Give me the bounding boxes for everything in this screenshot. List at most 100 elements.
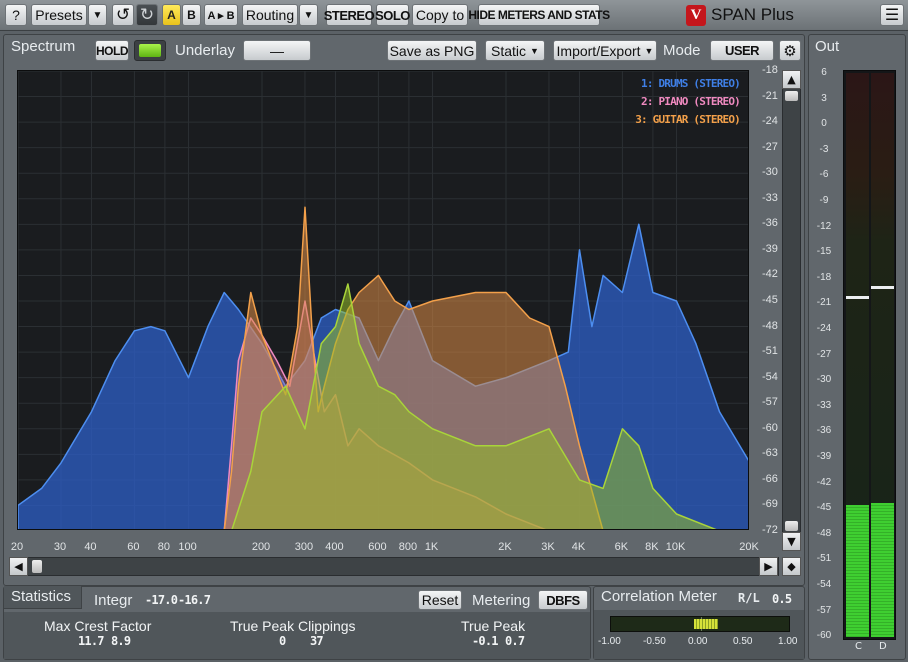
x-tick-label: 100: [178, 541, 197, 553]
meter-level-d: [871, 503, 894, 637]
correlation-tick-label: -1.00: [598, 636, 621, 647]
y-tick-label: -21: [762, 89, 778, 102]
x-tick-label: 20: [10, 541, 24, 553]
vertical-scroll-thumb[interactable]: [785, 91, 798, 101]
out-tick-label: -9: [819, 195, 829, 206]
out-tick-label: -12: [816, 220, 832, 232]
legend-item[interactable]: 1: DRUMS (STEREO): [641, 77, 741, 90]
x-tick-label: 80: [157, 541, 171, 553]
tp-left-value: -0.1: [472, 634, 498, 648]
y-tick-label: -18: [762, 64, 778, 76]
horizontal-scroll-thumb[interactable]: [32, 560, 42, 573]
y-tick-label: -57: [762, 396, 778, 409]
metering-label: Metering: [472, 592, 531, 609]
out-tick-label: -42: [816, 476, 832, 488]
x-tick-label: 200: [251, 541, 271, 553]
horizontal-scrollbar[interactable]: ◀ ▶: [9, 557, 779, 576]
x-tick-label: 3K: [541, 541, 555, 553]
solo-button[interactable]: SOLO: [375, 4, 410, 26]
hide-meters-button[interactable]: HIDE METERS AND STATS: [468, 4, 610, 26]
out-tick-label: -24: [816, 323, 832, 334]
y-tick-label: -54: [762, 370, 778, 383]
tpc-left-value: 0: [279, 634, 286, 648]
true-peak-clippings-label: True Peak Clippings: [230, 618, 356, 634]
vertical-scroll-thumb-end[interactable]: [785, 521, 798, 531]
tp-right-value: 0.7: [505, 634, 525, 648]
routing-button[interactable]: Routing: [242, 4, 298, 26]
y-tick-label: -69: [762, 498, 778, 511]
x-tick-label: 800: [398, 541, 418, 553]
scroll-up-icon[interactable]: ▲: [782, 70, 801, 89]
reset-view-icon[interactable]: ◆: [782, 557, 801, 576]
underlay-select[interactable]: —: [243, 40, 311, 61]
scroll-down-icon[interactable]: ▼: [782, 532, 801, 551]
copy-to-button[interactable]: Copy to: [412, 4, 468, 26]
legend-item[interactable]: 3: GUITAR (STEREO): [635, 113, 741, 126]
y-tick-label: -72: [762, 524, 778, 536]
scroll-right-icon[interactable]: ▶: [759, 557, 778, 576]
tpc-right-value: 37: [310, 634, 324, 648]
settings-gear-icon[interactable]: ⚙: [779, 40, 801, 61]
help-button[interactable]: ?: [5, 4, 27, 26]
out-tick-label: -30: [816, 374, 832, 386]
rl-label: R/L: [738, 591, 760, 605]
a-button[interactable]: A: [162, 4, 181, 26]
y-tick-label: -63: [762, 447, 778, 460]
true-peak-label: True Peak: [461, 618, 526, 634]
static-button[interactable]: Static ▼: [485, 40, 545, 61]
import-export-button[interactable]: Import/Export ▼: [553, 40, 657, 61]
scroll-left-icon[interactable]: ◀: [9, 557, 28, 576]
out-meter: [843, 70, 896, 640]
hold-toggle[interactable]: [134, 40, 166, 61]
out-tick-label: -15: [816, 246, 832, 258]
x-tick-label: 300: [294, 541, 314, 553]
reset-button[interactable]: Reset: [418, 590, 462, 610]
correlation-tick-label: 1.00: [778, 636, 798, 647]
presets-button[interactable]: Presets: [31, 4, 87, 26]
voxengo-logo: V: [686, 5, 706, 26]
out-tick-label: -54: [816, 579, 832, 590]
rl-value: 0.5: [772, 592, 792, 606]
y-tick-label: -48: [762, 319, 778, 332]
legend-item[interactable]: 2: PIANO (STEREO): [641, 95, 741, 108]
spectrum-plot[interactable]: 1: DRUMS (STEREO) 2: PIANO (STEREO) 3: GUI…: [17, 70, 749, 530]
routing-dropdown[interactable]: ▼: [299, 4, 318, 26]
spectrum-svg: [18, 71, 748, 529]
meter-peak-d: [871, 285, 894, 289]
channel-label-d: D: [879, 641, 887, 652]
out-tick-label: -45: [816, 502, 832, 514]
app-title: SPAN Plus: [711, 5, 794, 24]
save-png-button[interactable]: Save as PNG: [387, 40, 477, 61]
out-tick-label: 6: [821, 67, 827, 78]
presets-dropdown[interactable]: ▼: [88, 4, 107, 26]
out-tick-label: -33: [816, 399, 832, 411]
out-tick-label: -51: [816, 553, 832, 565]
redo-button[interactable]: ↻: [136, 4, 158, 26]
b-button[interactable]: B: [182, 4, 201, 26]
crest-factor-label: Max Crest Factor: [44, 618, 152, 634]
mode-select[interactable]: USER: [710, 40, 774, 61]
integr-label: Integr: [94, 592, 133, 609]
y-tick-label: -45: [762, 294, 778, 306]
y-tick-label: -42: [762, 268, 778, 281]
stereo-button[interactable]: STEREO: [324, 4, 375, 26]
out-tick-label: -39: [816, 451, 832, 462]
vertical-scrollbar[interactable]: ▲ ▼: [782, 70, 801, 551]
spectrum-title: Spectrum: [11, 38, 76, 55]
metering-select[interactable]: DBFS: [538, 590, 588, 610]
correlation-title: Correlation Meter: [601, 588, 717, 605]
out-tick-label: -3: [819, 143, 829, 155]
out-tick-label: -18: [816, 271, 832, 283]
correlation-indicator: [693, 619, 718, 629]
x-tick-label: 60: [127, 541, 140, 553]
a-to-b-button[interactable]: A ▸ B: [204, 4, 238, 26]
undo-button[interactable]: ↺: [112, 4, 134, 26]
hold-button[interactable]: HOLD: [95, 40, 129, 61]
y-tick-label: -30: [762, 166, 778, 179]
menu-button[interactable]: ☰: [880, 4, 904, 26]
y-tick-label: -33: [762, 191, 778, 204]
x-tick-label: 8K: [645, 541, 659, 553]
out-tick-label: 0: [821, 118, 827, 130]
static-dropdown-icon: ▼: [530, 45, 539, 56]
out-tick-label: 3: [821, 92, 827, 104]
